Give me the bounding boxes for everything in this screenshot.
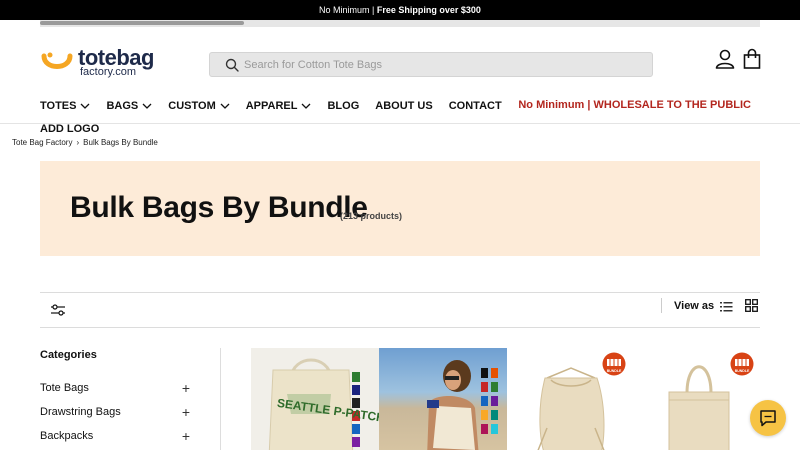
- nav-totes[interactable]: TOTES: [40, 100, 90, 112]
- category-drawstring-bags[interactable]: Drawstring Bags +: [40, 404, 190, 420]
- view-as-label: View as: [674, 300, 715, 312]
- category-tote-bags[interactable]: Tote Bags +: [40, 380, 190, 396]
- product-card-beach-tote[interactable]: [379, 348, 507, 450]
- chevron-down-icon: [81, 103, 90, 109]
- bundle-badge-icon: BUNDLE: [730, 352, 754, 376]
- breadcrumb: Tote Bag Factory › Bulk Bags By Bundle: [12, 138, 158, 147]
- nav-divider: [0, 123, 800, 124]
- nav-about-us[interactable]: ABOUT US: [375, 100, 432, 112]
- site-logo[interactable]: totebag factory.com: [40, 46, 165, 80]
- nav-custom[interactable]: CUSTOM: [168, 100, 230, 112]
- nav-apparel[interactable]: APPAREL: [246, 100, 312, 112]
- cart-bag-icon[interactable]: [741, 48, 763, 70]
- categories-heading: Categories: [40, 349, 97, 361]
- breadcrumb-home[interactable]: Tote Bag Factory: [12, 138, 72, 147]
- search-bar[interactable]: [209, 52, 653, 77]
- product-image-model-photo: [379, 348, 507, 450]
- product-count: (213 products): [340, 211, 403, 221]
- chat-bubble-icon: [760, 410, 776, 427]
- expand-plus-icon[interactable]: +: [182, 429, 190, 443]
- grid-view-icon[interactable]: [745, 299, 758, 312]
- logo-domain: factory.com: [80, 66, 137, 78]
- category-label: Drawstring Bags: [40, 406, 121, 418]
- collection-hero: Bulk Bags By Bundle (213 products): [40, 161, 760, 256]
- chat-button[interactable]: [750, 400, 786, 436]
- nav-bags[interactable]: BAGS: [106, 100, 152, 112]
- product-card-tote-bundle[interactable]: BUNDLE: [635, 348, 760, 450]
- bundle-badge-label: BUNDLE: [735, 369, 750, 373]
- nav-custom-label: CUSTOM: [168, 100, 216, 112]
- expand-plus-icon[interactable]: +: [182, 381, 190, 395]
- breadcrumb-separator-icon: ›: [76, 138, 80, 147]
- scrollbar-thumb[interactable]: [40, 21, 244, 25]
- product-card-seattle-tote[interactable]: SEATTLE P-PATCH: [251, 348, 379, 450]
- account-icon[interactable]: [714, 48, 736, 70]
- sidebar-divider: [220, 348, 221, 450]
- expand-plus-icon[interactable]: +: [182, 405, 190, 419]
- category-label: Backpacks: [40, 430, 94, 442]
- page-title: Bulk Bags By Bundle: [70, 191, 368, 224]
- category-label: Tote Bags: [40, 382, 89, 394]
- filter-icon[interactable]: [50, 303, 66, 317]
- search-icon: [225, 58, 239, 72]
- nav-totes-label: TOTES: [40, 100, 77, 112]
- nav-blog[interactable]: BLOG: [327, 100, 359, 112]
- product-image-printed-tote: SEATTLE P-PATCH: [251, 348, 379, 450]
- horizontal-scrollbar[interactable]: [40, 20, 760, 27]
- nav-bags-label: BAGS: [106, 100, 139, 112]
- nav-add-logo[interactable]: ADD LOGO: [40, 123, 99, 135]
- breadcrumb-current: Bulk Bags By Bundle: [83, 138, 158, 147]
- toolbar-divider: [661, 298, 662, 313]
- nav-contact[interactable]: CONTACT: [449, 100, 502, 112]
- chevron-down-icon: [220, 103, 230, 109]
- announcement-bar: No Minimum | Free Shipping over $300: [0, 0, 800, 20]
- search-input[interactable]: [244, 56, 634, 74]
- tote-smile-icon: [41, 52, 73, 69]
- bundle-badge-label: BUNDLE: [607, 369, 622, 373]
- chevron-down-icon: [142, 103, 152, 109]
- nav-promo-link[interactable]: No Minimum | WHOLESALE TO THE PUBLIC: [518, 99, 751, 111]
- announcement-text-1: No Minimum |: [319, 5, 375, 15]
- chevron-down-icon: [302, 103, 311, 109]
- collection-toolbar: View as: [40, 292, 760, 328]
- announcement-text-2: Free Shipping over $300: [376, 5, 481, 15]
- main-nav: TOTES BAGS CUSTOM APPAREL BLOG ABOUT US …: [40, 98, 518, 114]
- bundle-badge-icon: BUNDLE: [602, 352, 626, 376]
- category-backpacks[interactable]: Backpacks +: [40, 428, 190, 444]
- list-view-icon[interactable]: [720, 301, 733, 312]
- product-card-drawstring-bundle[interactable]: BUNDLE: [507, 348, 635, 450]
- nav-apparel-label: APPAREL: [245, 100, 298, 112]
